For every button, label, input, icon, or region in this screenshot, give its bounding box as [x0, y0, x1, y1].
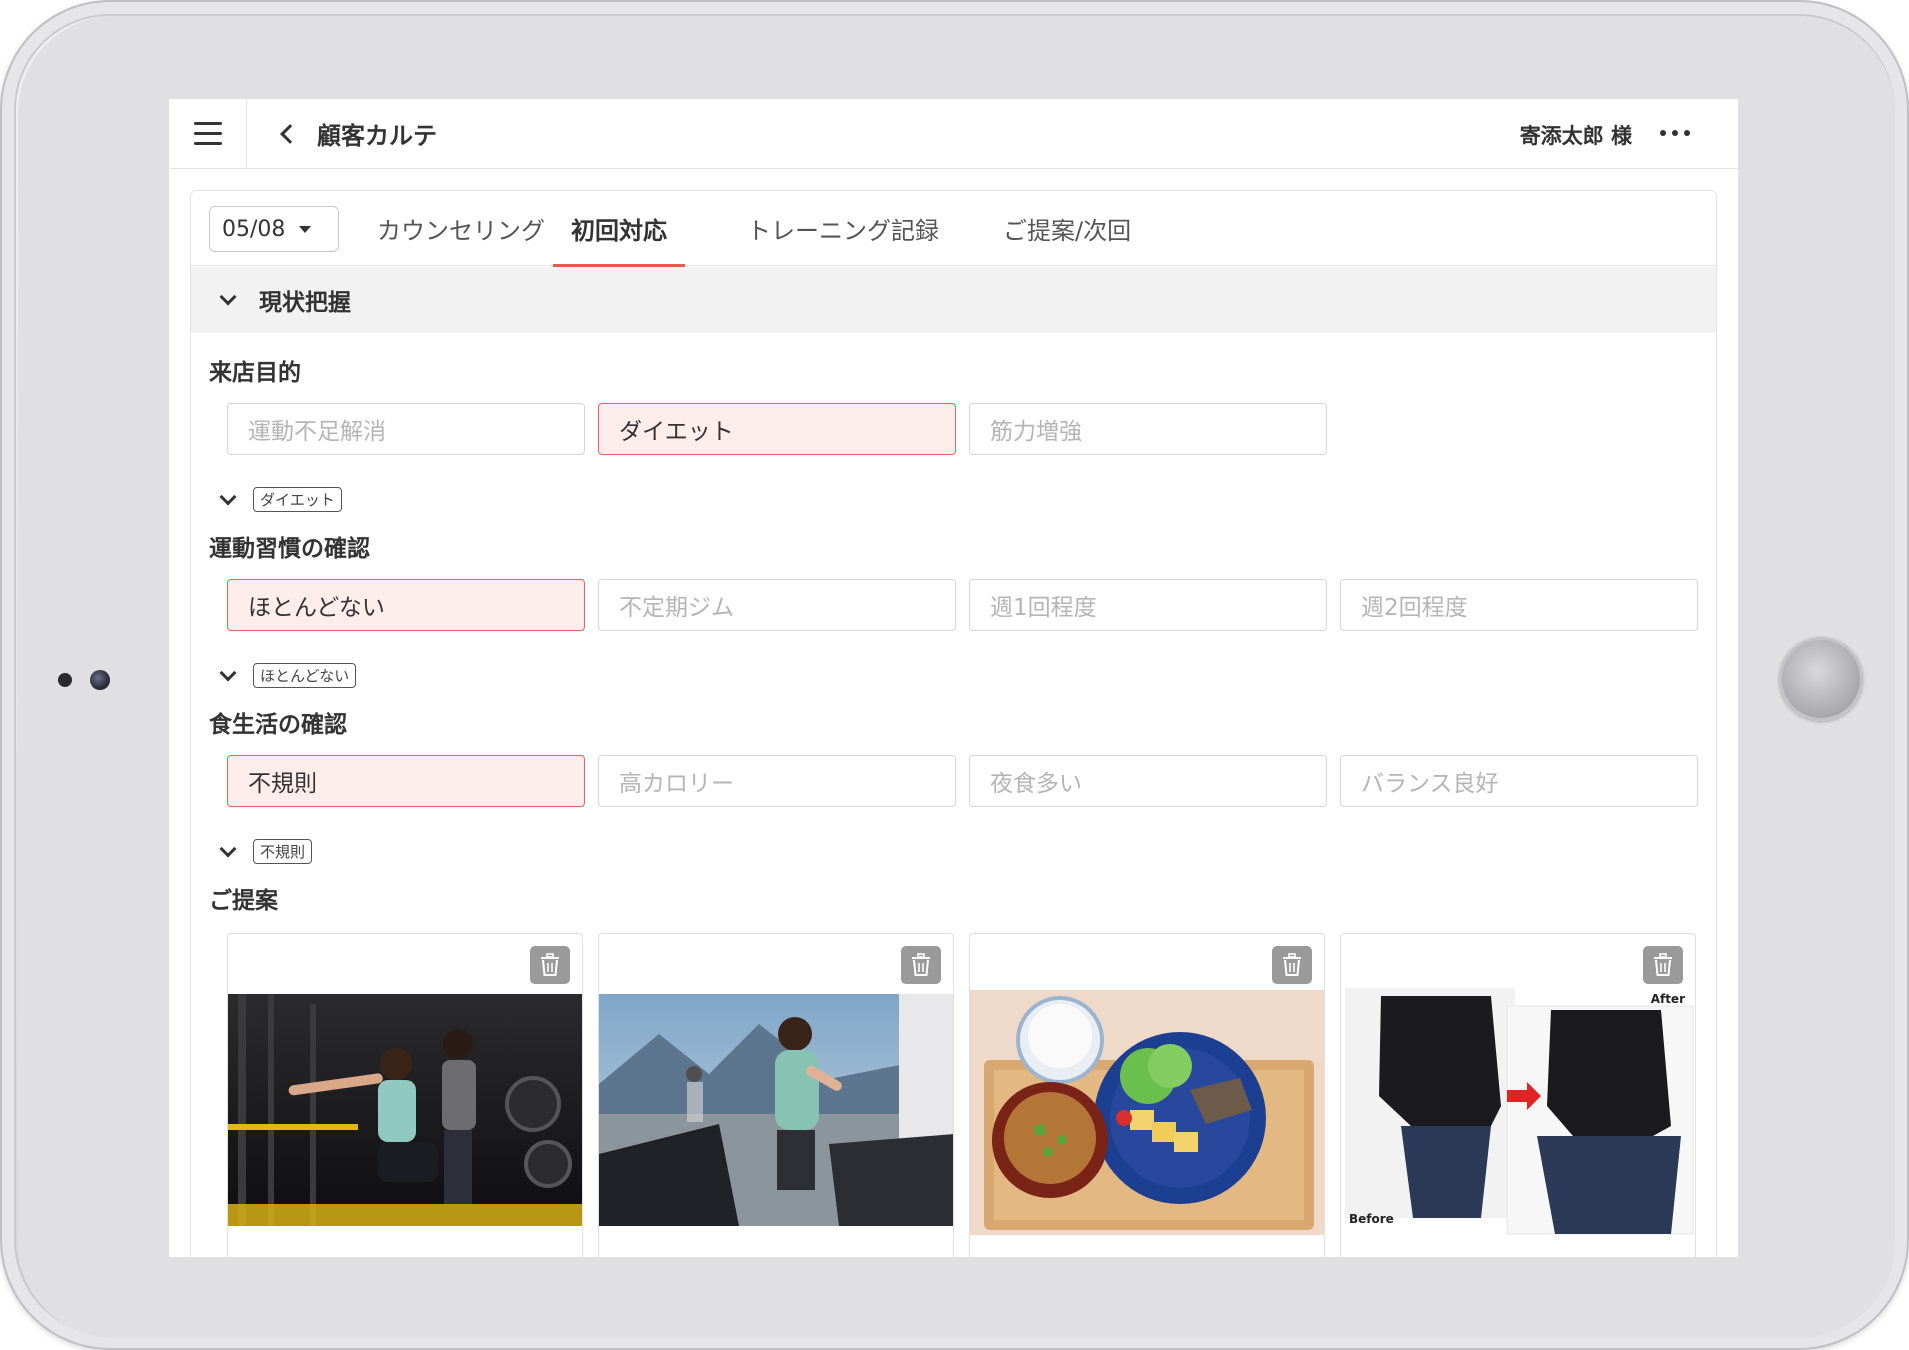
diet-habit-label: 食生活の確認	[209, 712, 347, 738]
top-bar: 顧客カルテ 寄添太郎 様	[169, 99, 1738, 169]
tab-training-record[interactable]: トレーニング記録	[747, 191, 939, 266]
tab-bar: 05/08 カウンセリング 初回対応 トレーニング記録 ご提案/次回	[191, 191, 1716, 267]
chevron-down-icon	[217, 841, 239, 863]
selected-tag: 不規則	[253, 839, 313, 864]
camera-lens-icon	[90, 670, 110, 690]
option-once-a-week[interactable]: 週1回程度	[969, 579, 1327, 631]
before-label: Before	[1349, 1212, 1394, 1226]
irregular-tag-row[interactable]: 不規則	[217, 839, 313, 864]
before-after-photo: Before After	[1341, 986, 1695, 1236]
chevron-down-icon	[217, 665, 239, 687]
proposal-card[interactable]	[227, 933, 583, 1257]
option-exercise-shortage[interactable]: 運動不足解消	[227, 403, 585, 455]
option-irregular-gym[interactable]: 不定期ジム	[598, 579, 956, 631]
trash-icon[interactable]	[901, 946, 941, 984]
option-muscle-gain[interactable]: 筋力増強	[969, 403, 1327, 455]
date-select-value: 05/08	[222, 216, 286, 242]
treadmill-photo	[599, 994, 953, 1226]
chart-card: 05/08 カウンセリング 初回対応 トレーニング記録 ご提案/次回 現状把握 …	[190, 190, 1717, 1257]
tab-proposal-next[interactable]: ご提案/次回	[1003, 191, 1131, 266]
meal-photo	[970, 990, 1324, 1235]
chevron-down-icon	[217, 289, 239, 311]
option-twice-a-week[interactable]: 週2回程度	[1340, 579, 1698, 631]
home-button[interactable]	[1779, 637, 1863, 721]
training-photo	[228, 994, 582, 1226]
option-late-night-eating[interactable]: 夜食多い	[969, 755, 1327, 807]
proposal-card[interactable]	[969, 933, 1325, 1257]
trash-icon[interactable]	[1272, 946, 1312, 984]
page-title: 顧客カルテ	[317, 122, 437, 150]
proposals-label: ご提案	[209, 888, 278, 914]
trash-icon[interactable]	[530, 946, 570, 984]
section-title: 現状把握	[259, 290, 351, 316]
tablet-camera	[58, 670, 110, 690]
option-high-calorie[interactable]: 高カロリー	[598, 755, 956, 807]
app-screen: 顧客カルテ 寄添太郎 様 05/08 カウンセリング 初回対応 トレーニング記録…	[169, 99, 1738, 1257]
option-irregular[interactable]: 不規則	[227, 755, 585, 807]
proposal-card[interactable]	[598, 933, 954, 1257]
tablet-frame: 顧客カルテ 寄添太郎 様 05/08 カウンセリング 初回対応 トレーニング記録…	[0, 0, 1909, 1350]
trash-icon[interactable]	[1643, 946, 1683, 984]
option-rarely[interactable]: ほとんどない	[227, 579, 585, 631]
caret-down-icon	[299, 225, 312, 233]
date-select[interactable]: 05/08	[209, 206, 339, 252]
customer-name: 寄添太郎 様	[1519, 124, 1632, 148]
rarely-tag-row[interactable]: ほとんどない	[217, 663, 357, 688]
option-well-balanced[interactable]: バランス良好	[1340, 755, 1698, 807]
back-chevron-icon[interactable]	[277, 123, 299, 145]
menu-icon[interactable]	[169, 99, 247, 169]
selected-tag: ほとんどない	[253, 663, 357, 688]
chevron-down-icon	[217, 489, 239, 511]
tab-initial-response[interactable]: 初回対応	[553, 191, 685, 267]
after-label: After	[1650, 992, 1685, 1006]
visit-purpose-label: 来店目的	[209, 360, 301, 386]
proposal-card[interactable]: Before After	[1340, 933, 1696, 1257]
option-diet[interactable]: ダイエット	[598, 403, 956, 455]
tab-counseling[interactable]: カウンセリング	[377, 191, 545, 266]
more-options-icon[interactable]	[1660, 123, 1696, 143]
diet-tag-row[interactable]: ダイエット	[217, 487, 342, 512]
selected-tag: ダイエット	[253, 487, 342, 512]
exercise-habit-label: 運動習慣の確認	[209, 536, 370, 562]
sensor-dot	[58, 673, 72, 687]
section-header[interactable]: 現状把握	[191, 267, 1716, 333]
